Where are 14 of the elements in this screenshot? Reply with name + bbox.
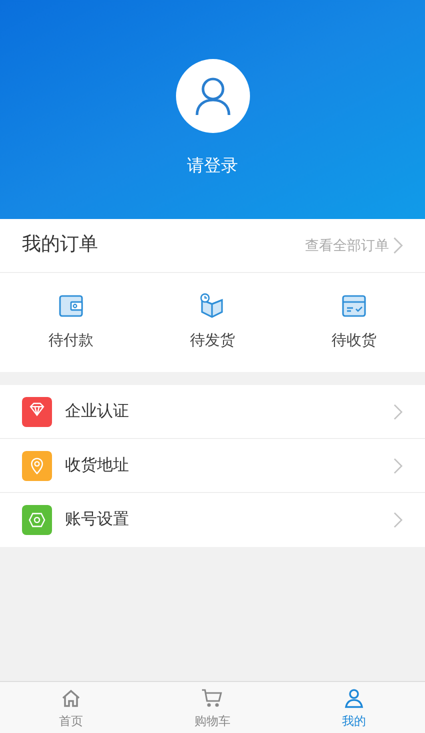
chevron-right-icon [393, 512, 403, 528]
menu-item[interactable]: 收货地址 [0, 439, 425, 493]
menu-item[interactable]: 账号设置 [0, 493, 425, 547]
tab[interactable]: 我的 [283, 682, 425, 733]
order-status-button[interactable]: 待收货 [283, 292, 425, 353]
order-status-button[interactable]: 待发货 [142, 292, 284, 353]
user-icon [194, 76, 232, 116]
chevron-right-icon [393, 404, 403, 420]
section-title: 我的订单 [22, 233, 98, 258]
chevron-right-icon [393, 237, 403, 254]
order-status-button[interactable]: 待付款 [0, 292, 142, 353]
login-link[interactable]: 请登录 [187, 152, 238, 178]
menu-item[interactable]: 企业认证 [0, 385, 425, 439]
chevron-right-icon [393, 458, 403, 474]
